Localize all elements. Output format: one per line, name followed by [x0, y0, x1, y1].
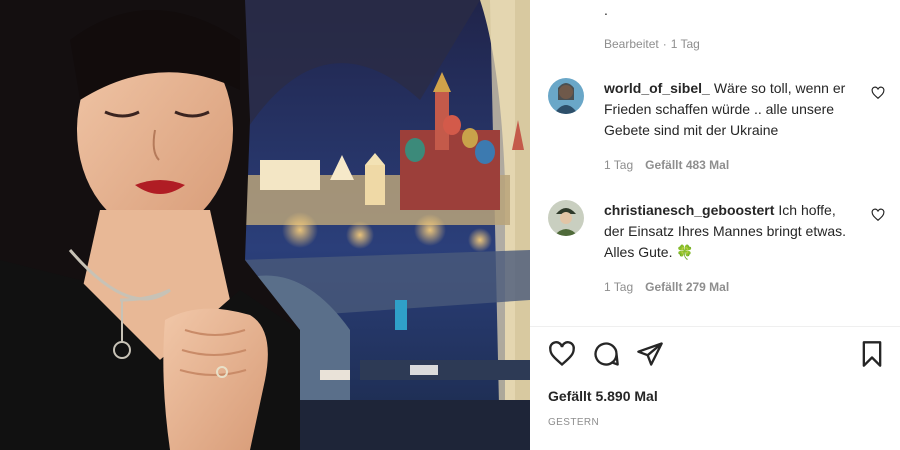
comment-age[interactable]: 1 Tag [604, 158, 633, 172]
comment-text: world_of_sibel_ Wäre so toll, wenn er Fri… [604, 78, 854, 141]
post-photo [0, 0, 530, 450]
bookmark-icon[interactable] [858, 340, 886, 368]
action-bar [548, 340, 888, 370]
avatar[interactable] [548, 78, 584, 114]
avatar-image [548, 200, 584, 236]
comment-item: world_of_sibel_ Wäre so toll, wenn er Fri… [548, 78, 885, 178]
likes-count[interactable]: Gefällt 5.890 Mal [548, 388, 658, 404]
caption-end: . [604, 2, 608, 18]
comment-meta: 1 Tag Gefällt 483 Mal [604, 158, 729, 172]
comment-likes[interactable]: Gefällt 483 Mal [645, 158, 729, 172]
comment-item: christianesch_geboostert Ich hoffe, der E… [548, 200, 885, 300]
divider [530, 326, 900, 327]
heart-outline-icon[interactable] [871, 86, 885, 100]
avatar-image [548, 78, 584, 114]
meta-separator: · [662, 37, 667, 51]
comment-likes[interactable]: Gefällt 279 Mal [645, 280, 729, 294]
speech-bubble-icon[interactable] [592, 340, 620, 368]
comment-meta: 1 Tag Gefällt 279 Mal [604, 280, 729, 294]
edited-label: Bearbeitet [604, 37, 659, 51]
heart-outline-icon[interactable] [871, 208, 885, 222]
heart-outline-icon[interactable] [548, 340, 576, 368]
comment-text: christianesch_geboostert Ich hoffe, der E… [604, 200, 854, 263]
caption-meta: Bearbeitet · 1 Tag [604, 37, 704, 51]
paper-plane-icon[interactable] [636, 340, 664, 368]
avatar[interactable] [548, 200, 584, 236]
comment-age[interactable]: 1 Tag [604, 280, 633, 294]
comment-username[interactable]: world_of_sibel_ [604, 80, 710, 96]
comment-username[interactable]: christianesch_geboostert [604, 202, 774, 218]
post-image [0, 0, 530, 450]
clover-emoji: 🍀 [676, 244, 694, 260]
edited-age[interactable]: 1 Tag [671, 37, 700, 51]
post-sidebar: . Bearbeitet · 1 Tag world_of_sibel_ Wäre s… [530, 0, 900, 450]
post-date[interactable]: GESTERN [548, 417, 599, 428]
